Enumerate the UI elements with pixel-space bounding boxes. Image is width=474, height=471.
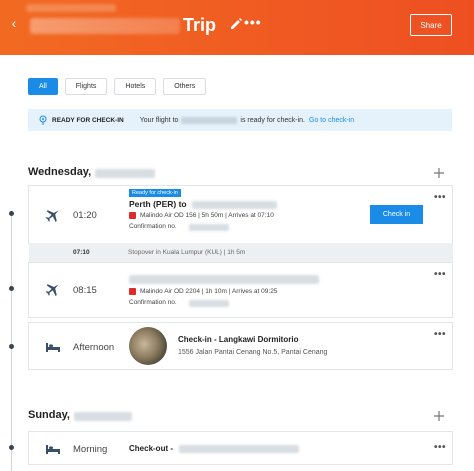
flight-details-text: Malindo Air OD 2204 | 1h 10m | Arrives a… [140, 288, 278, 295]
timeline-line [11, 214, 12, 471]
timeline-dot [9, 286, 14, 291]
card-more-button[interactable]: ••• [434, 329, 446, 340]
flight-details: Malindo Air OD 156 | 5h 50m | Arrives at… [129, 212, 274, 219]
hotel-photo [129, 327, 167, 365]
flight-card[interactable]: 08:15 Malindo Air OD 2204 | 1h 10m | Arr… [28, 262, 453, 318]
checkin-banner: READY FOR CHECK-IN Your flight to is rea… [28, 109, 452, 131]
card-more-button[interactable]: ••• [434, 442, 446, 453]
day-heading-wednesday: Wednesday, [28, 166, 92, 178]
hotel-card[interactable]: Morning Check-out - ••• [28, 431, 453, 465]
add-item-icon[interactable] [433, 167, 445, 179]
checkin-button[interactable]: Check in [370, 205, 423, 224]
airline-logo-icon [129, 212, 136, 219]
trip-header: ‹ Trip ••• Share [0, 0, 474, 55]
timeline-dot [9, 211, 14, 216]
redacted-date [95, 169, 155, 178]
stopover-row: 07:10 Stopover in Kuala Lumpur (KUL) | 1… [29, 243, 453, 262]
checkout-time: Morning [73, 444, 108, 455]
redacted-title-prefix [30, 18, 180, 34]
checkout-name: Check-out - [129, 444, 173, 453]
checkin-time: Afternoon [73, 342, 115, 353]
banner-text: Your flight to [139, 116, 179, 124]
header-more-button[interactable]: ••• [244, 14, 262, 30]
redacted-date [74, 412, 132, 421]
redacted-destination [181, 116, 238, 124]
checkin-icon [39, 115, 47, 125]
confirmation-label: Confirmation no. [129, 223, 177, 230]
flight-time: 08:15 [73, 285, 97, 296]
banner-label: READY FOR CHECK-IN [52, 116, 124, 124]
share-button[interactable]: Share [410, 14, 452, 36]
bed-icon [46, 445, 60, 454]
card-more-button[interactable]: ••• [434, 192, 446, 203]
day-heading-sunday: Sunday, [28, 409, 70, 421]
flight-card[interactable]: Ready for check-in 01:20 Perth (PER) to … [28, 185, 453, 244]
flight-time: 01:20 [73, 210, 97, 221]
add-item-icon[interactable] [433, 410, 445, 422]
go-to-checkin-link[interactable]: Go to check-in [309, 117, 354, 124]
banner-text-after: is ready for check-in. [240, 116, 306, 124]
filter-hotels[interactable]: Hotels [114, 78, 157, 95]
airline-logo-icon [129, 288, 136, 295]
redacted-hotel-name [179, 445, 299, 453]
filter-flights[interactable]: Flights [64, 78, 108, 95]
flight-details: Malindo Air OD 2204 | 1h 10m | Arrives a… [129, 288, 277, 295]
pencil-icon[interactable] [229, 16, 243, 30]
bed-icon [46, 343, 60, 352]
airplane-icon [45, 284, 59, 296]
flight-details-text: Malindo Air OD 156 | 5h 50m | Arrives at… [140, 212, 274, 219]
redacted-destination [192, 201, 277, 209]
hotel-name: Check-in - Langkawi Dormitorio [178, 335, 299, 344]
hotel-address: 1556 Jalan Pantai Cenang No.5, Pantai Ce… [178, 349, 328, 356]
filter-all[interactable]: All [28, 78, 58, 95]
hotel-card[interactable]: Afternoon Check-in - Langkawi Dormitorio… [28, 322, 453, 370]
timeline-dot [9, 344, 14, 349]
timeline-dot [9, 445, 14, 450]
filter-others[interactable]: Others [163, 78, 207, 95]
redacted-confirmation [189, 300, 229, 307]
redacted-route [129, 275, 319, 284]
confirmation-label: Confirmation no. [129, 299, 177, 306]
trip-title: Trip [183, 15, 217, 35]
ready-badge: Ready for check-in [129, 189, 181, 197]
redacted-confirmation [189, 224, 229, 231]
back-button[interactable]: ‹ [6, 14, 22, 32]
stopover-text: Stopover in Kuala Lumpur (KUL) | 1h 5m [128, 249, 246, 256]
redacted-subtitle [26, 4, 116, 12]
filter-tabs: All Flights Hotels Others [28, 78, 207, 95]
stopover-time: 07:10 [73, 249, 90, 256]
flight-route: Perth (PER) to [129, 199, 187, 209]
card-more-button[interactable]: ••• [434, 269, 446, 280]
airplane-icon [45, 210, 59, 222]
